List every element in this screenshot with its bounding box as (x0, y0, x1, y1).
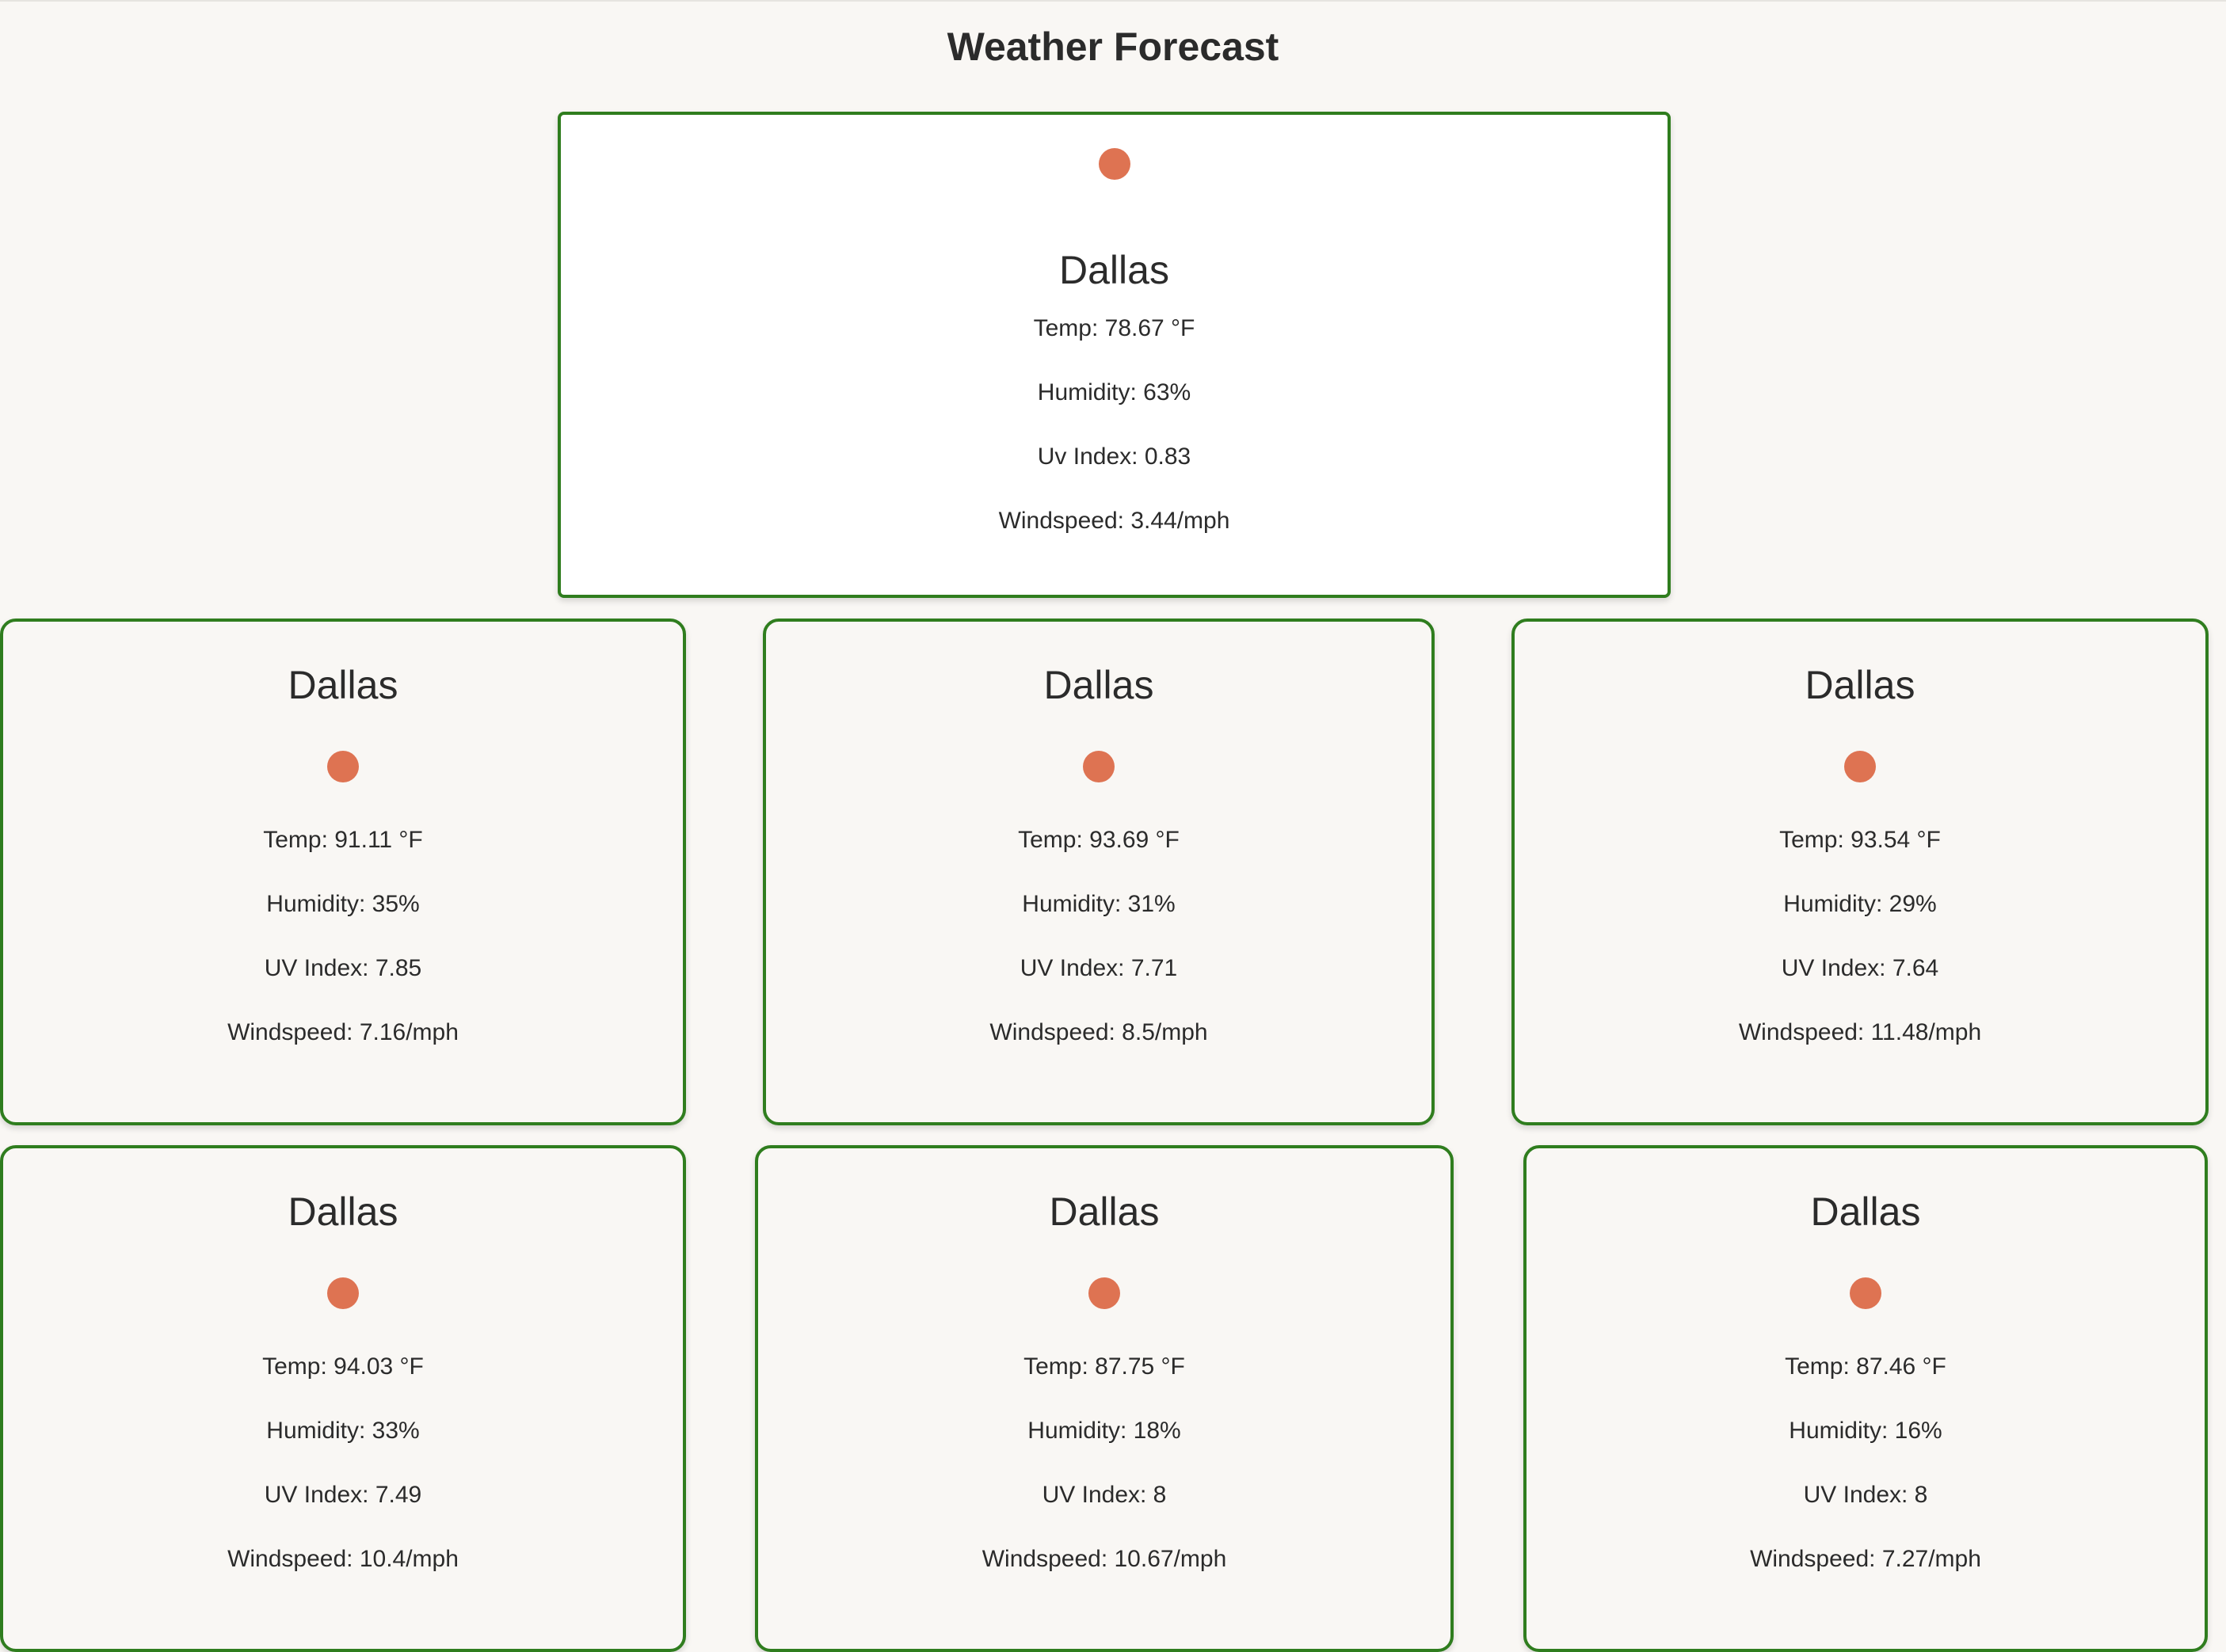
windspeed: Windspeed: 8.5/mph (989, 1019, 1208, 1045)
humidity: Humidity: 33% (266, 1418, 420, 1444)
temperature: Temp: 87.75 °F (1023, 1353, 1185, 1380)
city-name: Dallas (1810, 1190, 1921, 1234)
page-title: Weather Forecast (947, 25, 1279, 69)
uv-index: UV Index: 7.64 (1781, 955, 1939, 981)
temperature: Temp: 91.11 °F (263, 827, 423, 853)
humidity: Humidity: 18% (1027, 1418, 1181, 1444)
uv-index: Uv Index: 0.83 (1037, 443, 1191, 470)
uv-index: UV Index: 8 (1042, 1482, 1167, 1508)
sun-icon (327, 751, 359, 782)
uv-index: UV Index: 8 (1803, 1482, 1928, 1508)
forecast-card: Dallas Temp: 93.69 °F Humidity: 31% UV I… (763, 619, 1435, 1125)
forecast-card: Dallas Temp: 87.46 °F Humidity: 16% UV I… (1523, 1145, 2208, 1652)
city-name: Dallas (288, 1190, 398, 1234)
forecast-card: Dallas Temp: 87.75 °F Humidity: 18% UV I… (755, 1145, 1454, 1652)
sun-icon (1083, 751, 1115, 782)
forecast-card: Dallas Temp: 94.03 °F Humidity: 33% UV I… (0, 1145, 686, 1652)
city-name: Dallas (288, 663, 398, 707)
humidity: Humidity: 31% (1022, 891, 1176, 917)
forecast-card: Dallas Temp: 93.54 °F Humidity: 29% UV I… (1511, 619, 2209, 1125)
temperature: Temp: 87.46 °F (1785, 1353, 1946, 1380)
sun-icon (1098, 148, 1130, 180)
windspeed: Windspeed: 7.16/mph (227, 1019, 459, 1045)
temperature: Temp: 93.54 °F (1779, 827, 1941, 853)
windspeed: Windspeed: 10.67/mph (981, 1546, 1227, 1572)
temperature: Temp: 78.67 °F (1033, 315, 1195, 341)
sun-icon (1844, 751, 1876, 782)
current-weather-card: Dallas Temp: 78.67 °F Humidity: 63% Uv I… (558, 112, 1671, 598)
temperature: Temp: 93.69 °F (1018, 827, 1180, 853)
uv-index: UV Index: 7.71 (1020, 955, 1178, 981)
windspeed: Windspeed: 10.4/mph (227, 1546, 459, 1572)
temperature: Temp: 94.03 °F (262, 1353, 424, 1380)
sun-icon (1088, 1277, 1120, 1309)
sun-icon (1850, 1277, 1881, 1309)
humidity: Humidity: 35% (266, 891, 420, 917)
sun-icon (327, 1277, 359, 1309)
windspeed: Windspeed: 11.48/mph (1738, 1019, 1982, 1045)
windspeed: Windspeed: 7.27/mph (1750, 1546, 1981, 1572)
humidity: Humidity: 16% (1789, 1418, 1942, 1444)
uv-index: UV Index: 7.85 (264, 955, 422, 981)
uv-index: UV Index: 7.49 (264, 1482, 422, 1508)
humidity: Humidity: 63% (1037, 379, 1191, 405)
humidity: Humidity: 29% (1783, 891, 1937, 917)
city-name: Dallas (1805, 663, 1915, 707)
forecast-card: Dallas Temp: 91.11 °F Humidity: 35% UV I… (0, 619, 686, 1125)
city-name: Dallas (1059, 248, 1169, 292)
windspeed: Windspeed: 3.44/mph (998, 508, 1230, 534)
city-name: Dallas (1049, 1190, 1160, 1234)
city-name: Dallas (1043, 663, 1154, 707)
